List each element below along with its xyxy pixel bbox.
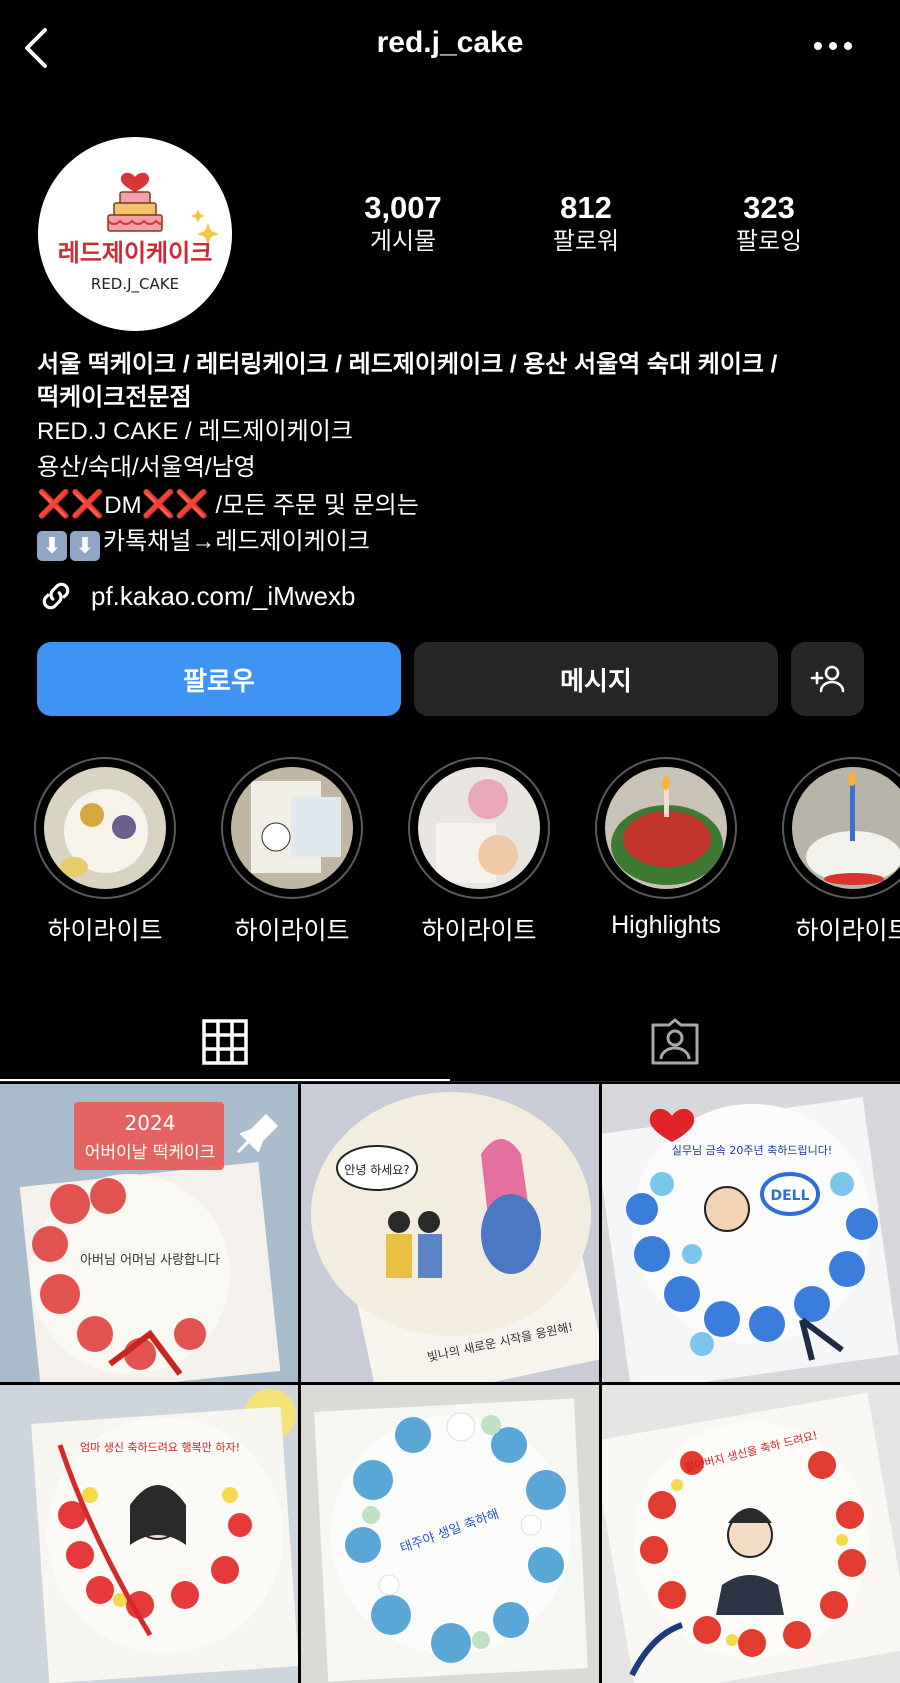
link-icon: [42, 582, 70, 610]
post-cake-text: 엄마 생신 축하드려요 행복만 하자!: [80, 1440, 240, 1454]
highlight-cover-image: [44, 767, 166, 889]
avatar-brand-english: RED.J_CAKE: [91, 275, 179, 294]
post-thumbnail[interactable]: 안녕 하세요? 빛나의 새로운 시작을 응원해!: [301, 1084, 599, 1382]
highlight-cover-image: [231, 767, 353, 889]
post-text-title: 어버이날 떡케이크: [85, 1143, 216, 1163]
bio-dm-line: ❌❌DM❌❌ /모든 주문 및 문의는: [37, 486, 867, 524]
highlight-item[interactable]: 하이라이트: [404, 757, 554, 947]
highlight-label: 하이라이트: [234, 917, 350, 945]
tab-grid[interactable]: [0, 1002, 450, 1082]
bio-link[interactable]: pf.kakao.com/_iMwexb: [37, 576, 355, 616]
more-options-button[interactable]: [810, 34, 856, 58]
bio-category-line2: 떡케이크전문점: [37, 384, 192, 411]
tab-divider: [0, 1081, 900, 1082]
highlight-item[interactable]: Highlights: [591, 757, 741, 940]
tagged-person-icon: [651, 1018, 699, 1065]
suggest-users-button[interactable]: [791, 642, 864, 716]
tab-active-indicator: [0, 1079, 450, 1081]
x-mark-icon: ❌❌: [37, 489, 105, 519]
add-person-icon: [810, 665, 844, 693]
highlight-cover-image: [418, 767, 540, 889]
bio-link-text: pf.kakao.com/_iMwexb: [91, 580, 356, 611]
post-thumbnail[interactable]: 엄마 생신 축하드려요 행복만 하자!: [0, 1385, 298, 1683]
message-button[interactable]: 메시지: [414, 642, 778, 716]
bio-dm-text: DM: [104, 492, 142, 519]
post-cake-text: 실무님 금속 20주년 축하드립니다!: [672, 1143, 832, 1157]
highlight-ring: [782, 757, 900, 899]
stat-followers-label: 팔로워: [552, 228, 620, 255]
highlight-label: 하이라이트: [47, 917, 163, 945]
profile-username: red.j_cake: [376, 26, 524, 59]
avatar-brand-korean: 레드제이케이크: [58, 239, 213, 267]
bio-kakao-text: 카톡채널→레드제이케이크: [103, 528, 370, 555]
x-mark-icon: ❌❌: [141, 489, 209, 519]
stat-followers[interactable]: 812 팔로워: [496, 190, 676, 258]
stat-following-label: 팔로잉: [735, 228, 803, 255]
more-horizontal-icon: [814, 42, 852, 50]
bio-kakao-line: ⬇ ⬇ 카톡채널→레드제이케이크: [37, 524, 867, 561]
post-badge-text: DELL: [770, 1188, 809, 1204]
follow-button[interactable]: 팔로우: [37, 642, 401, 716]
down-arrow-icon: ⬇: [70, 531, 100, 561]
post-text-year: 2024: [125, 1111, 176, 1135]
post-thumbnail[interactable]: 할아버지 생신을 축하 드려요!: [602, 1385, 900, 1683]
stat-posts-label: 게시물: [369, 228, 437, 255]
bio-name-line: RED.J CAKE / 레드제이케이크: [37, 418, 353, 445]
stat-posts[interactable]: 3,007 게시물: [313, 190, 493, 258]
post-thumbnail[interactable]: 2024 어버이날 떡케이크 아버님 어머님 사랑합니다: [0, 1084, 298, 1382]
highlight-cover-image: [605, 767, 727, 889]
bio-category-line1: 서울 떡케이크 / 레터링케이크 / 레드제이케이크 / 용산 서울역 숙대 케…: [37, 351, 778, 378]
highlight-ring: [408, 757, 550, 899]
grid-icon: [202, 1019, 248, 1065]
stat-following-value: 323: [743, 190, 795, 225]
post-thumbnail[interactable]: 태주야 생일 축하해: [301, 1385, 599, 1683]
highlight-ring: [221, 757, 363, 899]
highlight-item[interactable]: 하이라이트: [217, 757, 367, 947]
highlight-label: 하이라이트: [795, 917, 900, 945]
highlight-ring: [34, 757, 176, 899]
stat-following[interactable]: 323 팔로잉: [679, 190, 859, 258]
bio-location-line: 용산/숙대/서울역/남영: [37, 454, 256, 481]
highlight-cover-image: [792, 767, 900, 889]
profile-bio: 서울 떡케이크 / 레터링케이크 / 레드제이케이크 / 용산 서울역 숙대 케…: [37, 348, 867, 561]
bio-dm-tail: /모든 주문 및 문의는: [208, 492, 419, 519]
highlight-item[interactable]: 하이라이트: [30, 757, 180, 947]
highlight-item[interactable]: 하이라이트: [778, 757, 900, 947]
post-cake-text: 안녕 하세요?: [344, 1163, 409, 1177]
post-thumbnail[interactable]: 실무님 금속 20주년 축하드립니다! DELL: [602, 1084, 900, 1382]
stat-posts-value: 3,007: [364, 190, 442, 225]
stat-followers-value: 812: [560, 190, 612, 225]
highlight-ring: [595, 757, 737, 899]
highlight-label: Highlights: [611, 911, 721, 939]
down-arrow-icon: ⬇: [37, 531, 67, 561]
cake-logo-illustration: 레드제이케이크 RED.J_CAKE: [58, 172, 219, 294]
profile-avatar[interactable]: 레드제이케이크 RED.J_CAKE: [38, 137, 232, 331]
highlight-label: 하이라이트: [421, 917, 537, 945]
post-cake-text: 아버님 어머님 사랑합니다: [80, 1253, 220, 1268]
tab-tagged[interactable]: [450, 1002, 900, 1082]
